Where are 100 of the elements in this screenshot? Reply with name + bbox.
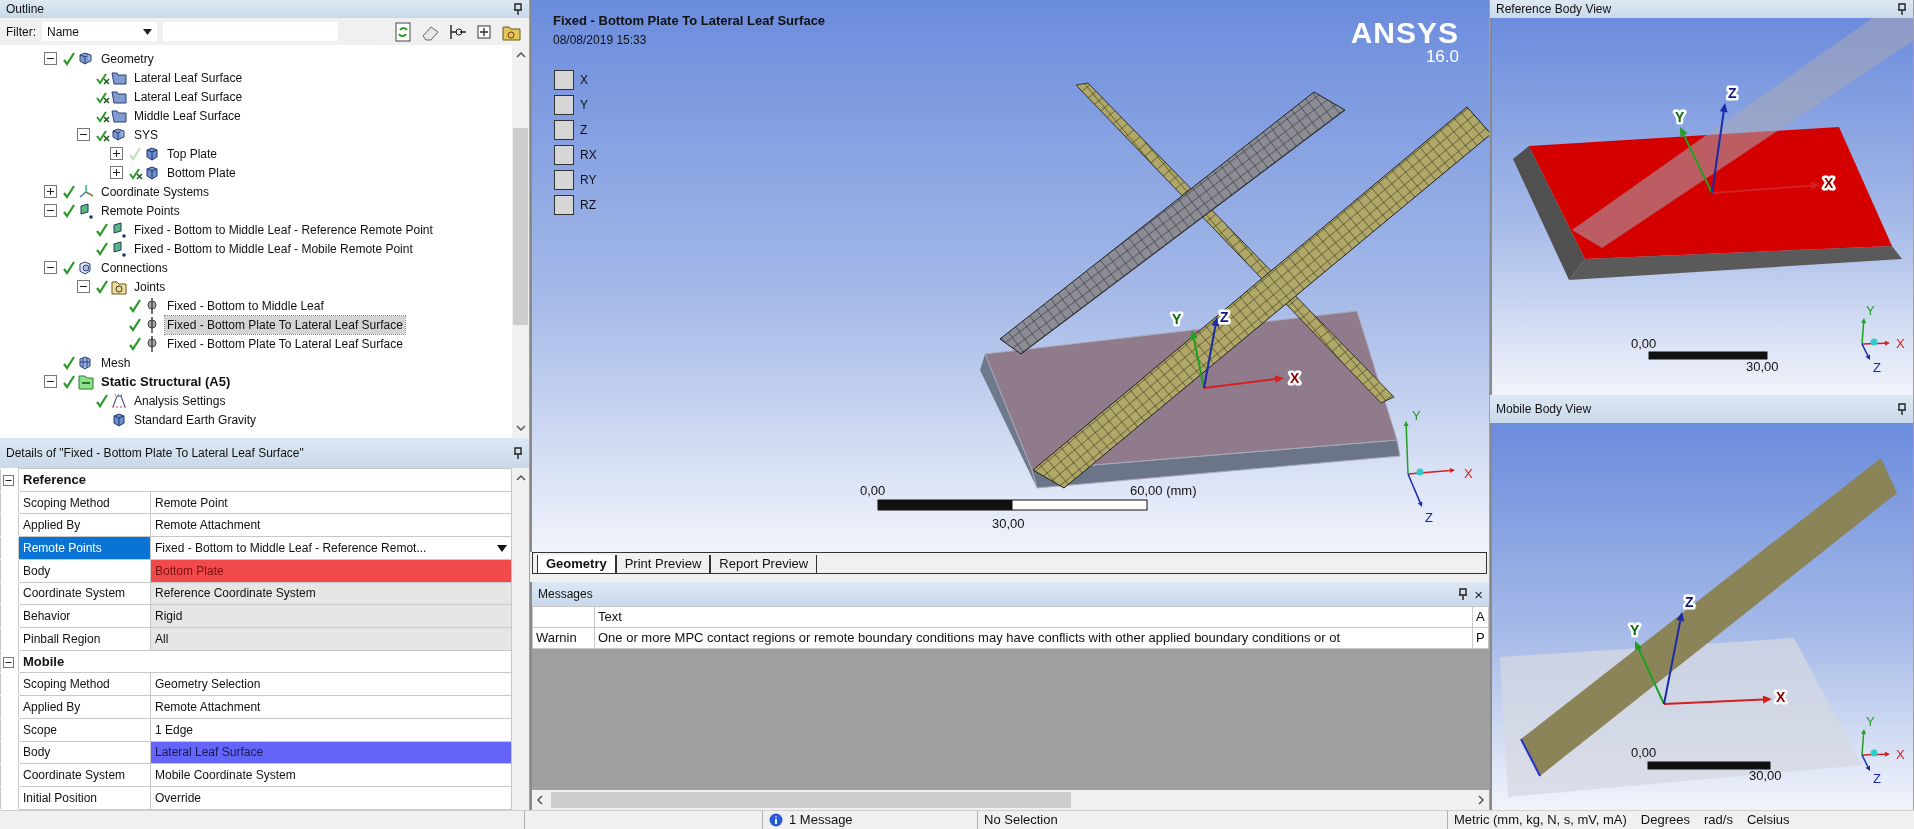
panel-title: Mobile Body View bbox=[1496, 401, 1592, 418]
property-value: All bbox=[150, 627, 512, 651]
tree-item[interactable]: Joints bbox=[132, 277, 168, 296]
property-label[interactable]: Remote Points bbox=[18, 536, 151, 560]
folder-icon bbox=[111, 278, 127, 295]
minus-box-icon[interactable] bbox=[44, 375, 57, 388]
property-value[interactable]: Lateral Leaf Surface bbox=[150, 741, 512, 764]
property-dropdown[interactable]: Fixed - Bottom to Middle Leaf - Reference Remot... bbox=[150, 536, 512, 560]
tree-item[interactable]: Lateral Leaf Surface bbox=[132, 87, 245, 106]
minus-box-icon[interactable] bbox=[44, 52, 57, 65]
property-label[interactable]: Body bbox=[18, 741, 151, 764]
table-cell: Warnin bbox=[532, 627, 595, 649]
panel-title: Outline bbox=[6, 1, 45, 18]
caret-icon bbox=[143, 28, 152, 35]
scrollbar[interactable] bbox=[512, 45, 529, 438]
minus-box-icon[interactable] bbox=[77, 128, 90, 141]
property-label[interactable]: Applied By bbox=[18, 513, 151, 537]
joint-icon bbox=[144, 335, 160, 352]
axis-label: Y bbox=[1630, 622, 1640, 638]
property-label[interactable]: Body bbox=[18, 559, 151, 583]
tree-item[interactable]: Coordinate Systems bbox=[99, 182, 212, 201]
marker-icon bbox=[78, 202, 94, 219]
tree-item[interactable]: Fixed - Bottom Plate To Lateral Leaf Surface bbox=[165, 334, 405, 353]
tree-item[interactable]: Fixed - Bottom Plate To Lateral Leaf Surface bbox=[165, 315, 405, 334]
axis-label: Z bbox=[1220, 309, 1229, 325]
dof-checkbox[interactable] bbox=[554, 195, 574, 215]
logo-text: ANSYS bbox=[1350, 18, 1459, 48]
tree-item[interactable]: Fixed - Bottom to Middle Leaf bbox=[165, 296, 326, 315]
dof-checkbox[interactable] bbox=[554, 120, 574, 140]
dof-label: Z bbox=[580, 122, 588, 139]
tree-item[interactable]: Geometry bbox=[99, 49, 156, 68]
plus-box-icon[interactable] bbox=[110, 166, 123, 179]
tree-item[interactable]: Mesh bbox=[99, 353, 133, 372]
axis-label: Z bbox=[1873, 360, 1881, 375]
tree-item[interactable]: Middle Leaf Surface bbox=[132, 106, 243, 125]
property-label[interactable]: Initial Position bbox=[18, 786, 151, 810]
view-tab[interactable]: Geometry bbox=[537, 555, 616, 573]
close-button[interactable]: × bbox=[1474, 586, 1483, 602]
property-label[interactable]: Behavior bbox=[18, 604, 151, 628]
cube-icon bbox=[144, 164, 160, 181]
dof-label: RY bbox=[580, 172, 597, 189]
property-value[interactable]: Geometry Selection bbox=[150, 672, 512, 696]
tree-item[interactable]: SYS bbox=[132, 125, 160, 144]
property-label[interactable]: Coordinate System bbox=[18, 763, 151, 787]
dof-checkbox[interactable] bbox=[554, 70, 574, 90]
tree-item[interactable]: Fixed - Bottom to Middle Leaf - Mobile Remote Point bbox=[132, 239, 415, 258]
status-text: 1 Message bbox=[789, 811, 853, 829]
property-value[interactable]: Override bbox=[150, 786, 512, 810]
minus-box-icon[interactable] bbox=[44, 261, 57, 274]
chevron-right-icon bbox=[1478, 795, 1485, 805]
folder-icon bbox=[78, 373, 94, 390]
property-value[interactable]: Remote Point bbox=[150, 491, 512, 514]
version-text: 16.0 bbox=[1424, 48, 1459, 65]
property-label[interactable]: Scoping Method bbox=[18, 672, 151, 696]
view-tab[interactable]: Report Preview bbox=[710, 555, 818, 573]
dof-checkbox[interactable] bbox=[554, 95, 574, 115]
corner-axes-drawing bbox=[1861, 318, 1890, 360]
plus-box-icon[interactable] bbox=[110, 147, 123, 160]
minus-box-icon[interactable] bbox=[77, 280, 90, 293]
minus-box-icon[interactable] bbox=[44, 204, 57, 217]
axis-label: Y bbox=[1172, 311, 1182, 327]
dof-checkbox[interactable] bbox=[554, 145, 574, 165]
property-value[interactable]: Remote Attachment bbox=[150, 513, 512, 537]
axis-label: X bbox=[1290, 370, 1300, 386]
property-value[interactable]: Mobile Coordinate System bbox=[150, 763, 512, 787]
tree-item[interactable]: Static Structural (A5) bbox=[99, 372, 233, 391]
scale-label: 30,00 bbox=[992, 516, 1025, 531]
tree-item[interactable]: Standard Earth Gravity bbox=[132, 410, 259, 429]
scale-label: 60,00 (mm) bbox=[1130, 483, 1197, 498]
property-label[interactable]: Scoping Method bbox=[18, 491, 151, 514]
axis-label: X bbox=[1896, 336, 1905, 351]
column-header[interactable]: Text bbox=[594, 606, 1473, 628]
chevron-up-icon bbox=[515, 51, 526, 58]
scrollbar[interactable] bbox=[512, 468, 529, 810]
tree-item[interactable]: Fixed - Bottom to Middle Leaf - Reference Remote Point bbox=[132, 220, 435, 239]
plus-box-icon[interactable] bbox=[44, 185, 57, 198]
filter-dropdown[interactable]: Name bbox=[42, 22, 157, 41]
property-label[interactable]: Applied By bbox=[18, 695, 151, 719]
column-header[interactable]: A bbox=[1472, 606, 1489, 628]
property-label[interactable]: Scope bbox=[18, 718, 151, 742]
tree-item[interactable]: Bottom Plate bbox=[165, 163, 238, 182]
tree-item[interactable]: Remote Points bbox=[99, 201, 182, 220]
tree-item[interactable]: Analysis Settings bbox=[132, 391, 228, 410]
tree-item[interactable]: Lateral Leaf Surface bbox=[132, 68, 245, 87]
axis-label: Z bbox=[1425, 510, 1433, 525]
group-header[interactable]: Mobile bbox=[18, 650, 512, 673]
minus-box-icon[interactable] bbox=[3, 656, 14, 668]
property-value[interactable]: Remote Attachment bbox=[150, 695, 512, 719]
dof-checkbox[interactable] bbox=[554, 170, 574, 190]
view-tab[interactable]: Print Preview bbox=[615, 555, 711, 573]
property-value[interactable]: 1 Edge bbox=[150, 718, 512, 742]
dof-label: RZ bbox=[580, 197, 596, 214]
tree-item[interactable]: Connections bbox=[99, 258, 170, 277]
group-header[interactable]: Reference bbox=[18, 468, 512, 492]
tree-item[interactable]: Top Plate bbox=[165, 144, 220, 163]
property-label[interactable]: Pinball Region bbox=[18, 627, 151, 651]
minus-box-icon[interactable] bbox=[3, 475, 14, 487]
cube-stack-icon bbox=[111, 126, 127, 143]
property-label[interactable]: Coordinate System bbox=[18, 582, 151, 605]
corner-axes-drawing bbox=[1861, 729, 1890, 771]
